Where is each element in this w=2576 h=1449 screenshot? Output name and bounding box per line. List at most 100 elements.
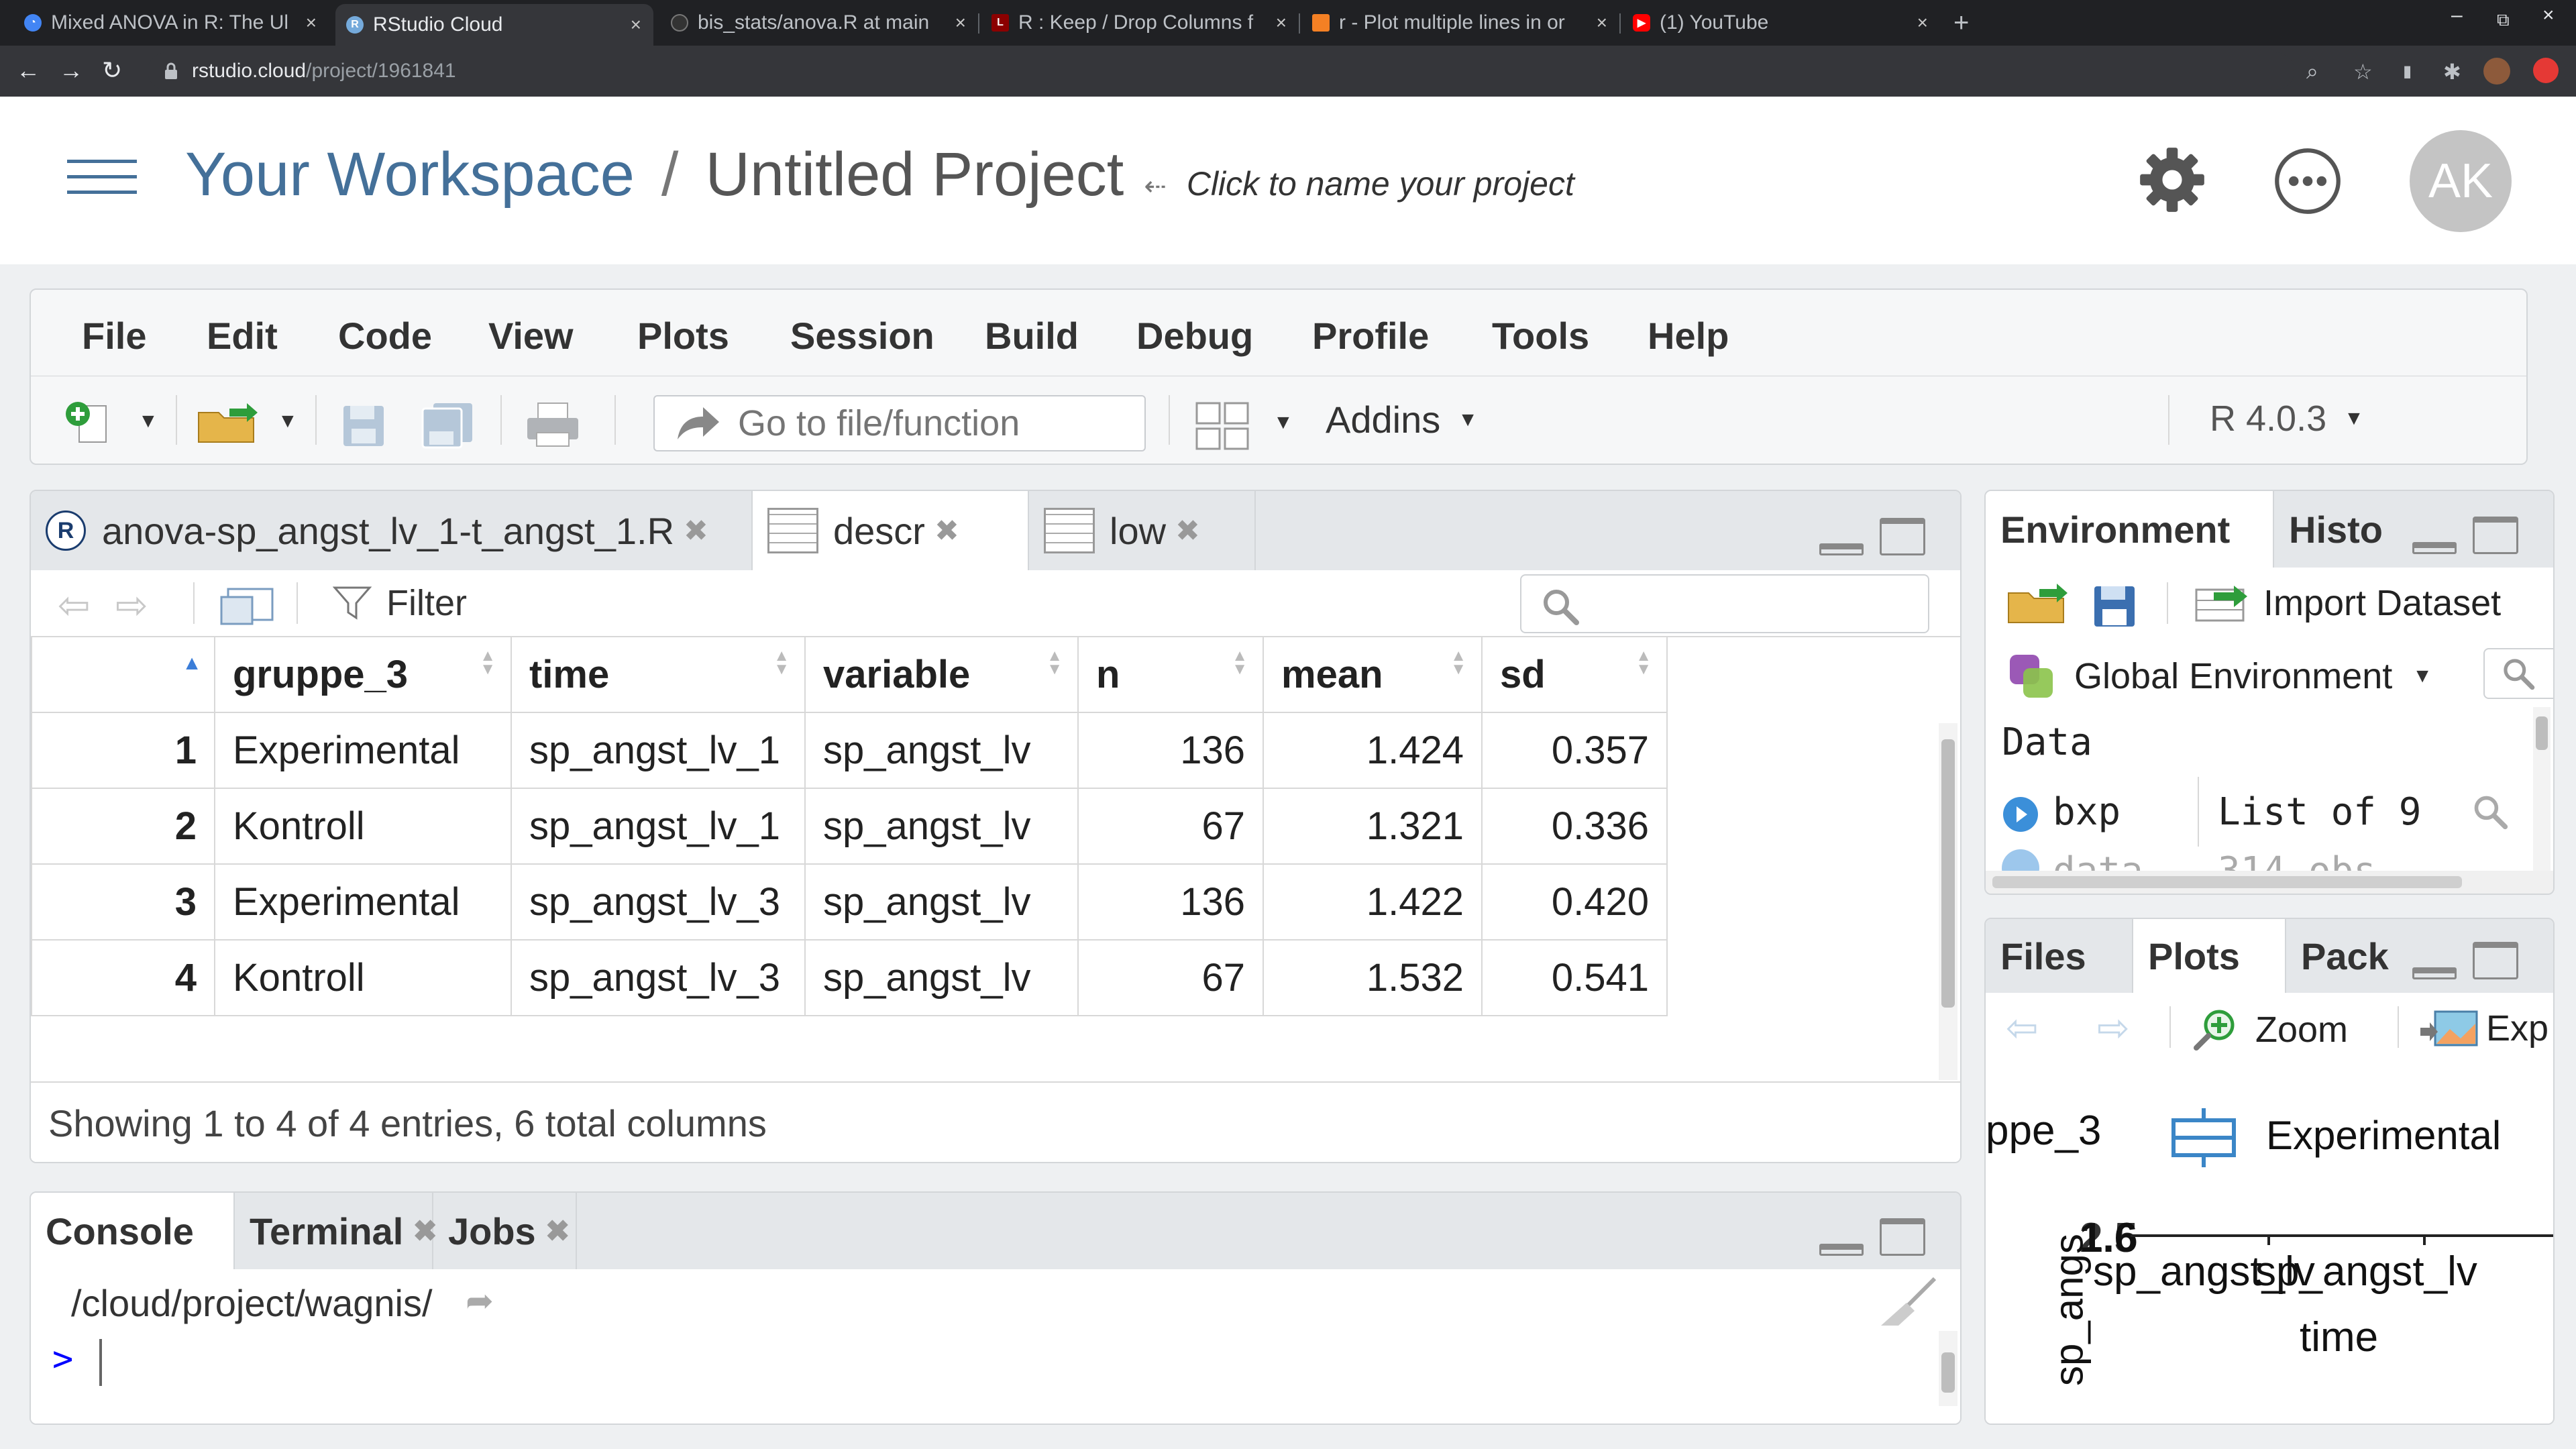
menu-file[interactable]: File [82,314,146,358]
scrollbar-thumb[interactable] [2536,716,2548,750]
profile-avatar-icon[interactable] [2483,58,2510,85]
column-header-mean[interactable]: mean ▲ ▼ [1263,636,1483,713]
filter-button[interactable]: Filter [333,582,467,624]
chevron-down-icon[interactable]: ▼ [138,410,158,433]
open-folder-icon[interactable] [196,402,266,445]
environment-scrollbar[interactable] [2533,707,2551,871]
save-all-icon[interactable] [420,400,476,449]
goto-file-function-input[interactable] [653,395,1146,451]
menu-view[interactable]: View [488,314,574,358]
working-directory[interactable]: /cloud/project/wagnis/ [71,1281,433,1325]
export-menu[interactable]: Exp [2419,1008,2548,1049]
project-name[interactable]: Untitled Project [705,140,1124,210]
print-icon[interactable] [525,400,581,449]
close-tab-icon[interactable]: ✖ [684,514,708,548]
puzzle-icon[interactable]: ✱ [2443,59,2461,85]
popout-window-icon[interactable] [219,586,275,627]
restore-window-icon[interactable]: ⧉ [2497,9,2510,31]
environment-row-bxp[interactable]: bxp List of 9 [1986,777,2553,848]
bookmark-star-icon[interactable]: ☆ [2353,59,2373,85]
column-header-n[interactable]: n ▲ ▼ [1077,636,1264,713]
minimize-window-icon[interactable]: – [2451,4,2463,27]
environment-row-data[interactable]: data 314 obs [1986,847,2553,871]
back-arrow-icon[interactable]: ⇦ [58,582,91,628]
clear-console-broom-icon[interactable] [1874,1276,1941,1327]
browser-tab[interactable]: ◔ Mixed ANOVA in R: The Ul × [13,5,329,40]
maximize-pane-icon[interactable] [2473,517,2518,554]
settings-gear-icon[interactable] [2137,145,2207,215]
tab-files[interactable]: Files [1986,919,2133,993]
browser-tab[interactable]: bis_stats/anova.R at main × [660,5,978,40]
zoom-icon[interactable]: ⌕ [2306,59,2318,85]
url-field[interactable]: rstudio.cloud/project/1961841 [148,52,2294,90]
user-avatar[interactable]: AK [2410,130,2512,232]
minimize-pane-icon[interactable] [2412,967,2457,979]
chevron-down-icon[interactable]: ▼ [1273,411,1293,434]
previous-plot-icon[interactable]: ⇦ [2006,1005,2039,1051]
close-tab-icon[interactable]: × [1276,12,1287,34]
goto-input[interactable] [737,402,1115,445]
chevron-down-icon[interactable]: ▼ [278,410,298,433]
scrollbar-thumb[interactable] [1992,876,2462,888]
menu-profile[interactable]: Profile [1312,314,1429,358]
forward-arrow-icon[interactable]: → [59,56,83,85]
tab-anova-script[interactable]: R anova-sp_angst_lv_1-t_angst_1.R ✖ [31,491,753,570]
close-tab-icon[interactable]: ✖ [934,514,959,548]
workspace-link[interactable]: Your Workspace [185,140,635,210]
goto-directory-icon[interactable]: ➦ [466,1281,494,1320]
tab-descr[interactable]: descr ✖ [753,491,1029,570]
menu-edit[interactable]: Edit [207,314,278,358]
menu-session[interactable]: Session [790,314,934,358]
extension-icon[interactable]: ▮ [2403,62,2412,81]
browser-tab[interactable]: ▶ (1) YouTube × [1622,5,1940,40]
column-header-gruppe-3[interactable]: gruppe_3 ▲ ▼ [214,636,512,713]
maximize-pane-icon[interactable] [1880,1218,1925,1256]
close-tab-icon[interactable]: × [631,14,641,36]
close-tab-icon[interactable]: ✖ [1175,514,1200,548]
more-options-icon[interactable] [2273,146,2343,216]
back-arrow-icon[interactable]: ← [16,56,40,85]
maximize-pane-icon[interactable] [2473,942,2518,979]
close-tab-icon[interactable]: × [1597,12,1607,34]
column-header-variable[interactable]: variable ▲ ▼ [804,636,1079,713]
rename-hint[interactable]: Click to name your project [1187,164,1574,203]
tab-plots[interactable]: Plots [2133,919,2286,993]
scrollbar-thumb[interactable] [1941,739,1955,1008]
table-search-input[interactable] [1520,574,1929,633]
console-scrollbar[interactable] [1939,1331,1957,1406]
minimize-pane-icon[interactable] [1819,1244,1864,1256]
forward-arrow-icon[interactable]: ⇨ [115,582,148,628]
expand-object-icon[interactable] [2002,796,2039,833]
environment-hscrollbar[interactable] [1986,871,2553,894]
menu-code[interactable]: Code [338,314,432,358]
hamburger-menu-icon[interactable] [67,160,137,195]
environment-search-input[interactable] [2483,648,2553,699]
new-file-icon[interactable] [62,399,122,446]
save-icon[interactable] [341,403,386,449]
row-number-header[interactable]: ▲ [31,636,215,713]
console-input-area[interactable]: > [31,1331,1960,1424]
scrollbar-thumb[interactable] [1941,1352,1955,1393]
browser-tab-active[interactable]: R RStudio Cloud × [335,4,653,46]
new-tab-button[interactable]: + [1945,5,1986,40]
load-workspace-icon[interactable] [2006,582,2076,625]
workspace-panes-icon[interactable] [1194,400,1250,451]
minimize-pane-icon[interactable] [1819,543,1864,555]
menu-help[interactable]: Help [1648,314,1729,358]
tab-jobs[interactable]: Jobs ✖ [433,1193,577,1269]
next-plot-icon[interactable]: ⇨ [2097,1005,2130,1051]
browser-tab[interactable]: L R : Keep / Drop Columns f × [981,5,1299,40]
column-header-time[interactable]: time ▲ ▼ [511,636,806,713]
tab-low[interactable]: low ✖ [1029,491,1256,570]
close-window-icon[interactable]: × [2542,4,2555,27]
save-workspace-icon[interactable] [2093,585,2136,628]
update-icon[interactable] [2533,58,2559,83]
tab-console[interactable]: Console [31,1193,235,1269]
browser-tab[interactable]: r - Plot multiple lines in or × [1301,5,1619,40]
tab-terminal[interactable]: Terminal ✖ [235,1193,437,1269]
close-tab-icon[interactable]: × [1917,12,1928,34]
view-object-search-icon[interactable] [2471,793,2509,830]
table-scrollbar[interactable] [1939,723,1957,1080]
r-version-menu[interactable]: R 4.0.3 ▼ [2210,398,2364,439]
close-tab-icon[interactable]: × [955,12,966,34]
